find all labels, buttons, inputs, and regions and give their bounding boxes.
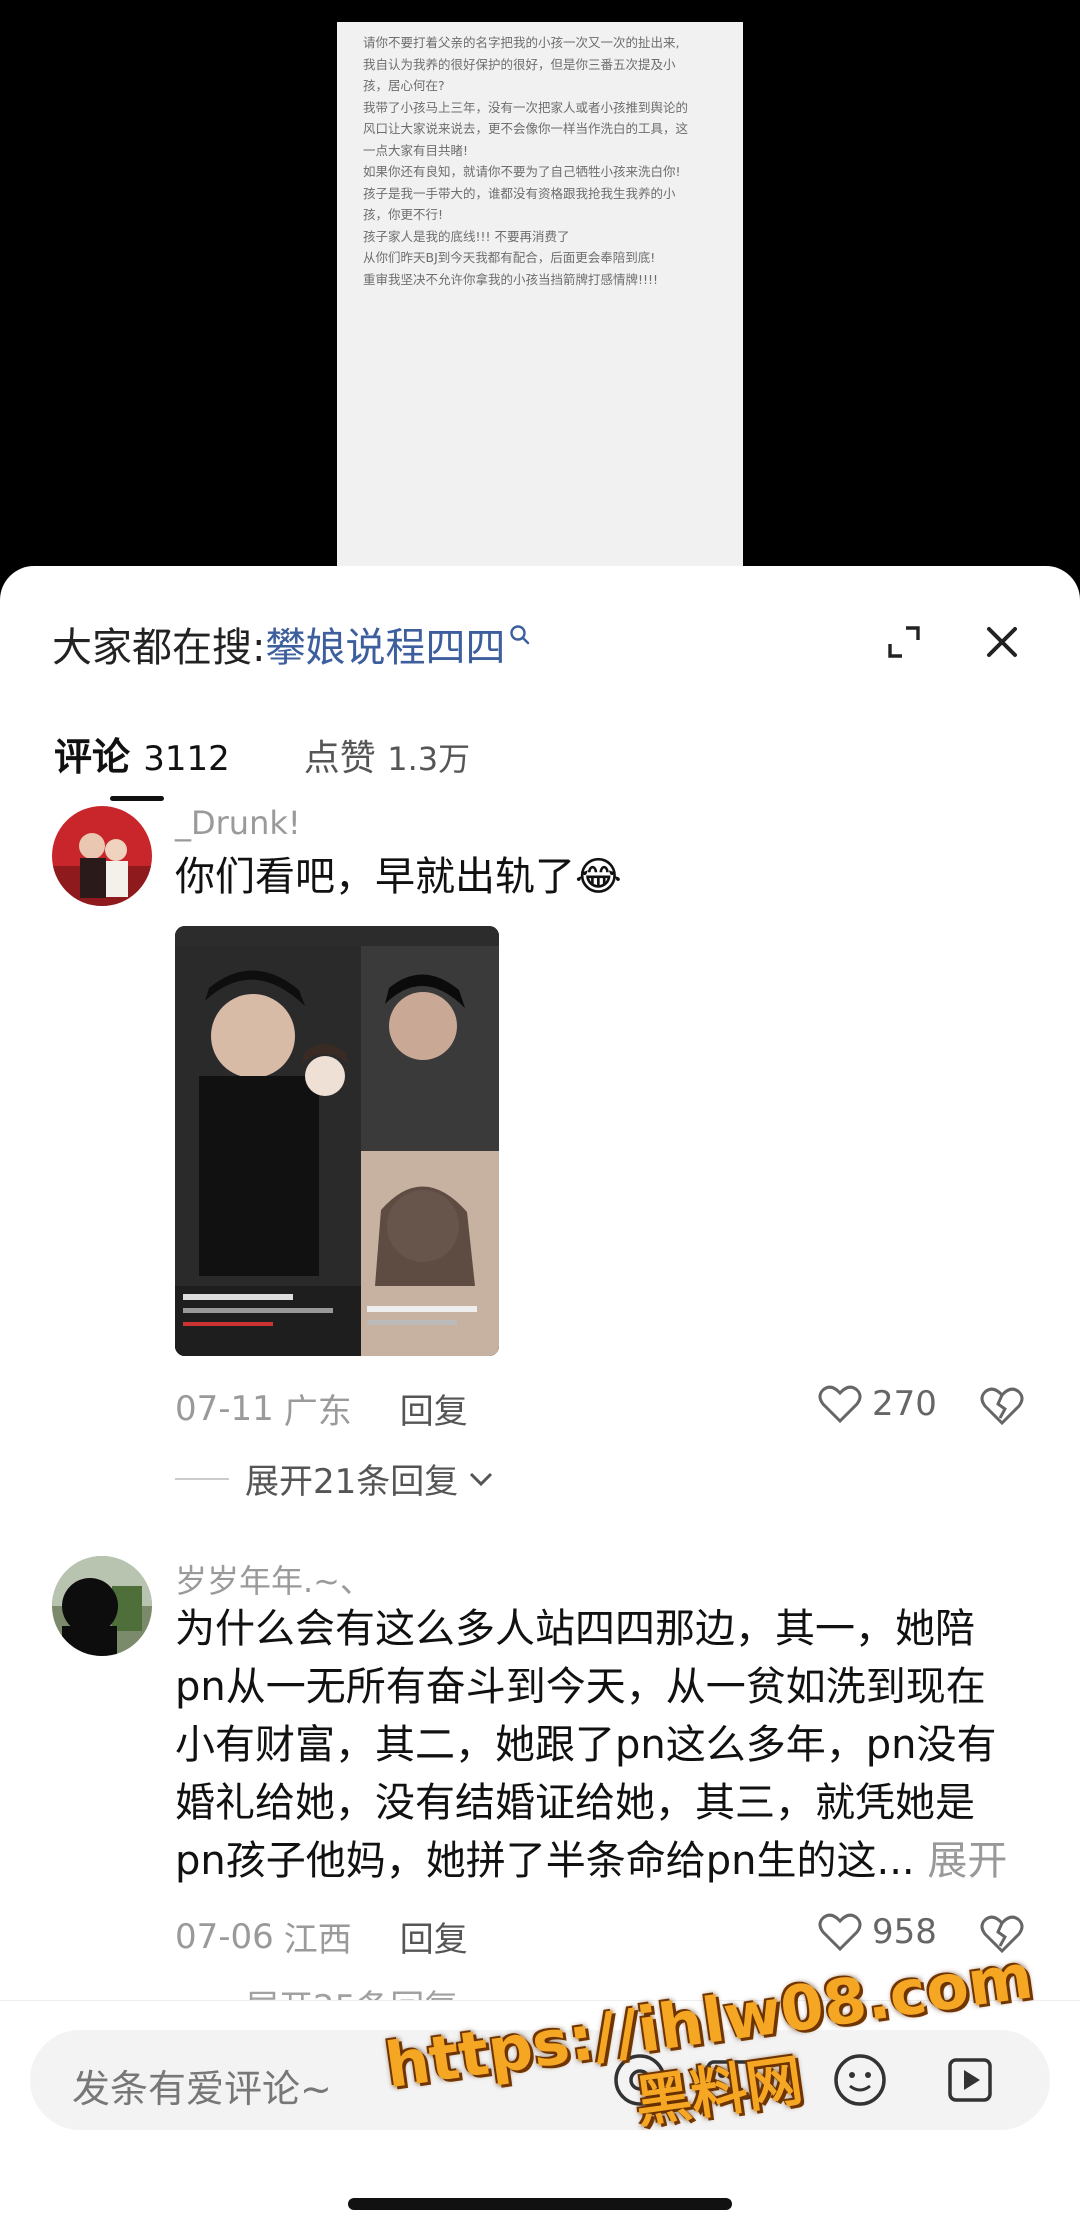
more-link[interactable]: 展开 [927, 1838, 1007, 1884]
tab-comments-label: 评论 [54, 735, 131, 779]
expand-replies-label: 展开21条回复 [245, 1462, 459, 1502]
divider [175, 1477, 229, 1480]
letter-screenshot: 请你不要打着父亲的名字把我的小孩一次又一次的扯出来, 我自认为我养的很好保护的很… [337, 22, 743, 567]
like-button[interactable]: 958 [818, 1912, 937, 1952]
comment-location: 广东 [283, 1392, 352, 1432]
tab-likes-count: 1.3万 [387, 740, 471, 778]
active-tab-indicator [110, 796, 164, 801]
letter-line: 如果你还有良知，就请你不要为了自己牺牲小孩来洗白你! [363, 164, 681, 179]
reply-button[interactable]: 回复 [400, 1912, 468, 1961]
tab-likes-label: 点赞 [303, 738, 376, 779]
letter-line: 一点大家有目共睹! [363, 142, 469, 158]
tab-likes[interactable]: 点赞 1.3万 [304, 729, 470, 781]
letter-line: 我带了小孩马上三年，没有一次把家人或者小孩推到舆论的 [363, 99, 689, 115]
tab-comments[interactable]: 评论 3112 [54, 726, 230, 781]
letter-line: 风口让大家说来说去，更不会像你一样当作洗白的工具，这 [363, 121, 689, 136]
comment-date: 07-11 [175, 1388, 274, 1429]
comment-meta: 07-11 广东 回复 [175, 1384, 468, 1433]
comment-tabs: 评论 3112 点赞 1.3万 [54, 726, 470, 781]
comment-image[interactable] [175, 926, 499, 1356]
letter-line: 孩，居心何在? [363, 78, 445, 93]
close-icon[interactable] [984, 624, 1020, 660]
comment-date: 07-06 [175, 1916, 274, 1957]
comment-username[interactable]: 岁岁年年.~、 [175, 1556, 372, 1602]
letter-line: 孩子是我一手带大的，谁都没有资格跟我抢我生我养的小 [363, 185, 676, 201]
like-count: 958 [872, 1912, 937, 1952]
avatar[interactable] [52, 1556, 152, 1656]
letter-line: 请你不要打着父亲的名字把我的小孩一次又一次的扯出来, [363, 35, 680, 50]
comment-meta: 07-06 江西 回复 [175, 1912, 468, 1961]
like-count: 270 [872, 1384, 937, 1424]
letter-line: 孩，你更不行! [363, 207, 444, 222]
letter-line: 重审我坚决不允许你拿我的小孩当挡箭牌打感情牌!!!! [363, 271, 659, 287]
fullscreen-icon[interactable] [886, 624, 922, 660]
tab-comments-count: 3112 [143, 739, 230, 779]
comment-input-placeholder: 发条有爱评论~ [72, 2067, 332, 2111]
search-icon [509, 623, 531, 653]
like-button[interactable]: 270 [818, 1384, 937, 1424]
letter-line: 我自认为我养的很好保护的很好，但是你三番五次提及小 [363, 56, 676, 72]
trending-search[interactable]: 大家都在搜: 攀娘说程四四 [52, 614, 531, 674]
reply-button[interactable]: 回复 [400, 1384, 468, 1433]
comment-body: 为什么会有这么多人站四四那边，其一，她陪pn从一无所有奋斗到今天，从一贫如洗到现… [175, 1606, 997, 1884]
trending-search-prefix: 大家都在搜: [52, 625, 266, 671]
letter-line: 孩子家人是我的底线!!! 不要再消费了 [363, 228, 570, 244]
heart-icon [818, 1913, 862, 1952]
comment-location: 江西 [283, 1920, 352, 1960]
letter-line: 从你们昨天BJ到今天我都有配合，后面更会奉陪到底! [363, 250, 656, 265]
chevron-down-icon [470, 1472, 493, 1486]
comment-text: 为什么会有这么多人站四四那边，其一，她陪pn从一无所有奋斗到今天，从一贫如洗到现… [175, 1600, 1025, 1890]
comment-text: 你们看吧，早就出轨了😂 [175, 854, 622, 900]
comment-username[interactable]: _Drunk! [175, 804, 301, 842]
expand-replies-button[interactable]: 展开21条回复 [175, 1454, 494, 1503]
dislike-icon[interactable] [980, 1386, 1024, 1430]
video-player[interactable]: 请你不要打着父亲的名字把我的小孩一次又一次的扯出来, 我自认为我养的很好保护的很… [0, 0, 1080, 600]
home-indicator[interactable] [348, 2198, 732, 2210]
avatar[interactable] [52, 806, 152, 906]
heart-icon [818, 1385, 862, 1424]
trending-search-term[interactable]: 攀娘说程四四 [265, 615, 505, 673]
